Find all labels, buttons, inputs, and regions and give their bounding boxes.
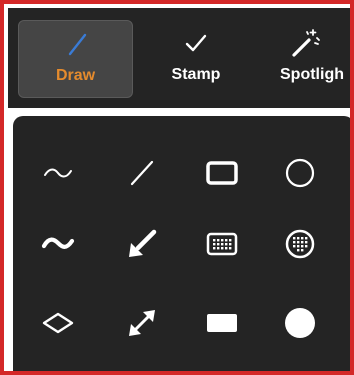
thin-freehand-line-icon[interactable]	[30, 145, 86, 201]
filled-rectangle-icon[interactable]	[194, 295, 250, 351]
draw-button-label: Draw	[55, 67, 96, 84]
filled-ellipse-icon[interactable]	[272, 295, 328, 351]
semi-transparent-ellipse-icon[interactable]	[272, 216, 328, 272]
ellipse-outline-icon[interactable]	[272, 145, 328, 201]
stamp-button[interactable]: Stamp	[156, 20, 236, 98]
annotation-toolbar: Draw Stamp Spotligh	[8, 8, 350, 108]
thick-arrow-icon[interactable]	[114, 216, 170, 272]
checkmark-icon	[183, 20, 209, 66]
double-arrow-icon[interactable]	[114, 295, 170, 351]
semi-transparent-rectangle-icon[interactable]	[194, 216, 250, 272]
thin-straight-line-icon[interactable]	[114, 145, 170, 201]
thick-freehand-line-icon[interactable]	[30, 216, 86, 272]
draw-button[interactable]: Draw	[18, 20, 133, 98]
rectangle-outline-icon[interactable]	[194, 145, 250, 201]
draw-tools-panel	[13, 116, 350, 371]
spotlight-button-label: Spotligh	[280, 66, 344, 83]
diamond-outline-icon[interactable]	[30, 295, 86, 351]
screenshot-frame: Draw Stamp Spotligh	[0, 0, 354, 375]
spotlight-button[interactable]: Spotligh	[280, 20, 350, 98]
stamp-button-label: Stamp	[171, 66, 221, 83]
magic-wand-icon	[280, 20, 330, 66]
pen-icon	[61, 21, 91, 67]
